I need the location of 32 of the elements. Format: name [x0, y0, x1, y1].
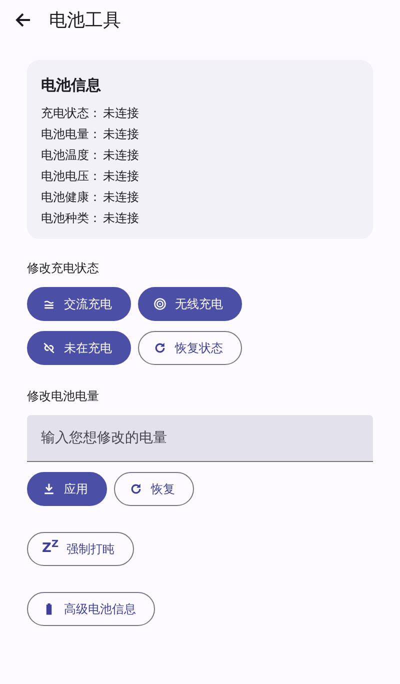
info-label: 电池电量： — [41, 126, 102, 143]
info-label: 电池种类： — [41, 210, 102, 227]
info-value: 未连接 — [103, 189, 139, 206]
restore-button[interactable]: 恢复 — [114, 472, 194, 506]
card-title: 电池信息 — [41, 75, 102, 96]
download-icon — [42, 482, 56, 496]
battery-info-button[interactable]: 高级电池信息 — [27, 592, 155, 626]
doze-button[interactable]: Z$^{Z}$ 强制打盹 — [27, 532, 134, 566]
wireless-icon — [153, 296, 167, 310]
input-field[interactable]: 输入您想修改的电量 — [27, 414, 373, 462]
info-value: 未连接 — [103, 210, 139, 227]
info-label: 电池电压： — [41, 168, 102, 185]
info-label: 电池健康： — [41, 189, 102, 206]
info-label: 充电状态： — [41, 105, 102, 122]
refresh-icon — [153, 340, 167, 354]
section-label: 修改充电状态 — [27, 260, 100, 276]
back-icon[interactable] — [15, 12, 31, 28]
page-title: 电池工具 — [49, 8, 121, 32]
restore-button[interactable]: 恢复状态 — [138, 330, 242, 364]
charge-mode-button[interactable]: 未在充电 — [27, 330, 131, 364]
charge-mode-button[interactable]: 无线充电 — [138, 286, 242, 320]
info-value: 未连接 — [103, 147, 139, 164]
section-label: 修改电池电量 — [27, 388, 100, 404]
info-label: 电池温度： — [41, 147, 102, 164]
info-value: 未连接 — [103, 126, 139, 143]
sleep-icon: Z$^{Z}$ — [42, 542, 59, 555]
unplugged-icon — [42, 340, 56, 354]
apply-button[interactable]: 应用 — [27, 472, 107, 506]
charge-mode-button[interactable]: 交流充电 — [27, 286, 131, 320]
info-value: 未连接 — [103, 105, 139, 122]
refresh-icon — [129, 482, 143, 496]
info-value: 未连接 — [103, 168, 139, 185]
